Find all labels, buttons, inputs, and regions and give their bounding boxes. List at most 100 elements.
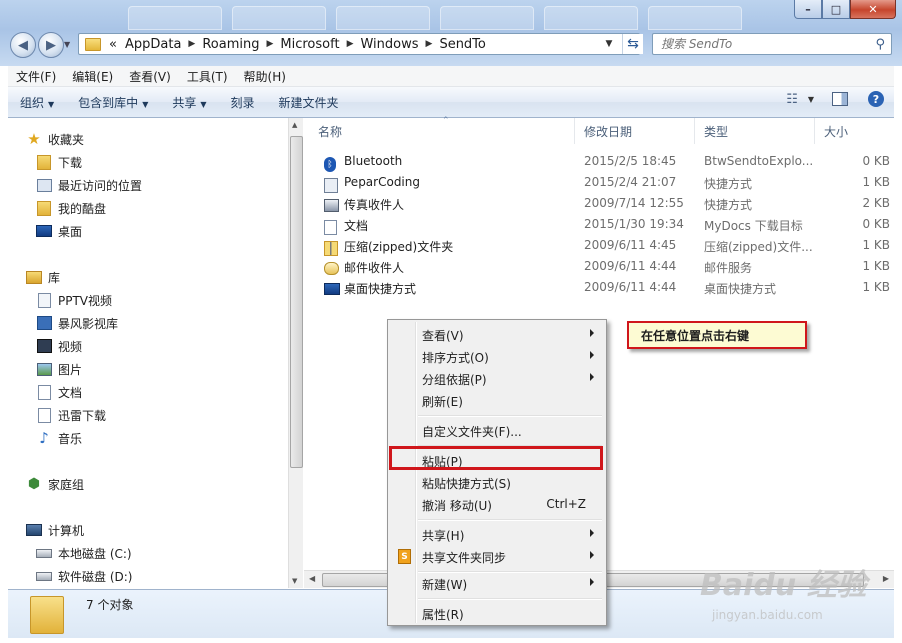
- file-date: 2015/2/5 18:45: [584, 154, 677, 168]
- file-type: 快捷方式: [704, 198, 753, 212]
- column-name-label: 名称: [318, 124, 343, 139]
- share-button[interactable]: 共享 ▼: [160, 94, 218, 111]
- ctx-refresh[interactable]: 刷新(E): [390, 389, 604, 411]
- menu-tools[interactable]: 工具(T): [179, 68, 236, 85]
- recent-pages-dropdown[interactable]: ▼: [64, 40, 70, 49]
- nav-item-documents[interactable]: 文档: [36, 381, 82, 403]
- column-header-size[interactable]: 大小: [816, 118, 892, 144]
- file-size: 1 KB: [862, 259, 890, 273]
- table-row[interactable]: 传真收件人 2009/7/14 12:55 快捷方式 2 KB: [304, 193, 894, 214]
- nav-computer[interactable]: 计算机: [26, 519, 84, 541]
- ctx-customize-folder[interactable]: 自定义文件夹(F)...: [390, 419, 604, 441]
- nav-scrollbar[interactable]: ▲ ▼: [288, 118, 303, 588]
- nav-item-drive-c[interactable]: 本地磁盘 (C:): [36, 542, 132, 564]
- minimize-button[interactable]: –: [794, 0, 822, 19]
- organize-button[interactable]: 组织 ▼: [8, 94, 66, 111]
- folder-large-icon: [30, 596, 64, 634]
- table-row[interactable]: PeparCoding 2015/2/4 21:07 快捷方式 1 KB: [304, 172, 894, 193]
- nav-homegroup[interactable]: ⬢ 家庭组: [26, 473, 84, 495]
- preview-pane-icon[interactable]: [832, 92, 848, 106]
- ctx-paste-shortcut[interactable]: 粘贴快捷方式(S): [390, 471, 604, 493]
- nav-item-drive-d[interactable]: 软件磁盘 (D:): [36, 565, 132, 587]
- ctx-sort[interactable]: 排序方式(O): [390, 345, 604, 367]
- table-row[interactable]: 邮件收件人 2009/6/11 4:44 邮件服务 1 KB: [304, 256, 894, 277]
- ctx-properties-label: 属性(R): [422, 608, 464, 622]
- nav-item-thunder[interactable]: 迅雷下载: [36, 404, 106, 426]
- breadcrumb-windows[interactable]: Windows: [356, 37, 422, 52]
- breadcrumb-microsoft[interactable]: Microsoft: [276, 37, 343, 52]
- nav-item-downloads[interactable]: 下载: [36, 151, 82, 173]
- maximize-button[interactable]: □: [822, 0, 850, 19]
- nav-item-pptv[interactable]: PPTV视频: [36, 289, 112, 311]
- ctx-properties[interactable]: 属性(R): [390, 602, 604, 624]
- nav-item-baofeng[interactable]: 暴风影视库: [36, 312, 118, 334]
- nav-item-kupan[interactable]: 我的酷盘: [36, 197, 106, 219]
- nav-scroll-thumb[interactable]: [290, 136, 303, 468]
- breadcrumb-separator-icon[interactable]: ▶: [263, 39, 276, 49]
- table-row[interactable]: 文档 2015/1/30 19:34 MyDocs 下载目标 0 KB: [304, 214, 894, 235]
- scroll-left-icon[interactable]: ◀: [309, 574, 315, 583]
- ctx-sync[interactable]: S 共享文件夹同步: [390, 545, 604, 567]
- breadcrumb-separator-icon[interactable]: ▶: [185, 39, 198, 49]
- menu-view[interactable]: 查看(V): [121, 68, 179, 85]
- column-header-date[interactable]: 修改日期: [576, 118, 695, 144]
- file-type: 快捷方式: [704, 177, 753, 191]
- nav-item-recent-places[interactable]: 最近访问的位置: [36, 174, 142, 196]
- nav-item-label: 文档: [58, 385, 83, 400]
- scroll-up-icon[interactable]: ▲: [292, 121, 297, 129]
- file-size: 1 KB: [862, 280, 890, 294]
- menu-edit[interactable]: 编辑(E): [64, 68, 121, 85]
- breadcrumb-separator-icon[interactable]: ▶: [344, 39, 357, 49]
- menu-file[interactable]: 文件(F): [8, 68, 64, 85]
- search-icon[interactable]: ⚲: [875, 37, 885, 52]
- column-header-name[interactable]: 名称 ⌃: [304, 116, 575, 144]
- burn-button[interactable]: 刻录: [219, 94, 267, 111]
- breadcrumb-sendto[interactable]: SendTo: [435, 37, 489, 52]
- ctx-paste-shortcut-label: 粘贴快捷方式(S): [422, 477, 511, 491]
- nav-item-desktop[interactable]: 桌面: [36, 220, 82, 242]
- nav-item-label: 本地磁盘 (C:): [58, 546, 132, 561]
- back-button[interactable]: ◀: [10, 32, 36, 58]
- table-row[interactable]: 桌面快捷方式 2009/6/11 4:44 桌面快捷方式 1 KB: [304, 277, 894, 298]
- forward-arrow-icon: ▶: [46, 37, 56, 53]
- file-date: 2009/6/11 4:44: [584, 280, 677, 294]
- nav-item-videos[interactable]: 视频: [36, 335, 82, 357]
- ctx-undo-move[interactable]: 撤消 移动(U) Ctrl+Z: [390, 493, 604, 515]
- watermark-url: jingyan.baidu.com: [712, 608, 823, 622]
- ctx-share[interactable]: 共享(H): [390, 523, 604, 545]
- nav-favorites[interactable]: ★ 收藏夹: [26, 128, 84, 150]
- breadcrumb-overflow[interactable]: «: [105, 37, 121, 52]
- submenu-arrow-icon: [590, 529, 594, 537]
- breadcrumb-roaming[interactable]: Roaming: [198, 37, 263, 52]
- nav-item-pictures[interactable]: 图片: [36, 358, 82, 380]
- nav-item-label: 软件磁盘 (D:): [58, 569, 133, 584]
- ctx-new[interactable]: 新建(W): [390, 572, 604, 594]
- menu-help[interactable]: 帮助(H): [236, 68, 294, 85]
- breadcrumb-separator-icon[interactable]: ▶: [423, 39, 436, 49]
- close-button[interactable]: ✕: [850, 0, 896, 19]
- nav-libraries[interactable]: 库: [26, 266, 60, 288]
- breadcrumb-appdata[interactable]: AppData: [121, 37, 185, 52]
- include-library-button[interactable]: 包含到库中 ▼: [66, 94, 160, 111]
- address-bar[interactable]: « AppData ▶ Roaming ▶ Microsoft ▶ Window…: [78, 33, 640, 55]
- library-icon: [26, 269, 42, 285]
- ctx-view[interactable]: 查看(V): [390, 323, 604, 345]
- new-folder-button[interactable]: 新建文件夹: [267, 94, 351, 111]
- search-input[interactable]: [653, 36, 873, 52]
- search-box[interactable]: ⚲: [652, 33, 892, 55]
- view-options-icon[interactable]: ☷: [786, 92, 798, 107]
- address-dropdown-icon[interactable]: ▼: [601, 39, 617, 49]
- table-row[interactable]: 压缩(zipped)文件夹 2009/6/11 4:45 压缩(zipped)文…: [304, 235, 894, 256]
- help-icon[interactable]: ?: [868, 91, 884, 107]
- refresh-button[interactable]: ⇆: [622, 34, 643, 54]
- nav-item-music[interactable]: ♪ 音乐: [36, 427, 82, 449]
- drive-icon: [36, 568, 52, 584]
- column-header-type[interactable]: 类型: [696, 118, 815, 144]
- chevron-down-icon[interactable]: ▼: [808, 95, 814, 104]
- submenu-arrow-icon: [590, 551, 594, 559]
- ctx-sync-label: 共享文件夹同步: [422, 551, 507, 565]
- ctx-group[interactable]: 分组依据(P): [390, 367, 604, 389]
- forward-button[interactable]: ▶: [38, 32, 64, 58]
- scroll-down-icon[interactable]: ▼: [292, 577, 297, 585]
- table-row[interactable]: ᛒ Bluetooth 2015/2/5 18:45 BtwSendtoExpl…: [304, 151, 894, 172]
